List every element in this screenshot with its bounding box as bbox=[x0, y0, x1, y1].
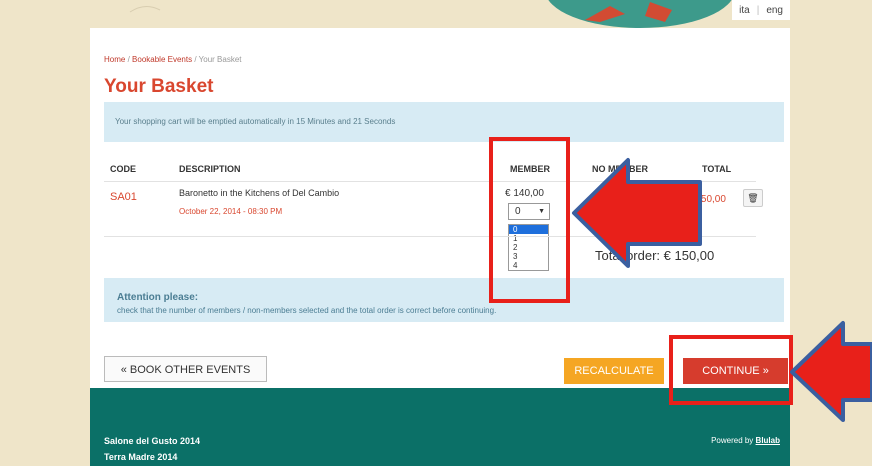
page-title: Your Basket bbox=[104, 76, 214, 97]
powered-by-label: Powered by bbox=[711, 436, 754, 445]
attention-heading: Attention please: bbox=[117, 292, 199, 303]
trash-icon: 🗑 bbox=[747, 193, 759, 203]
header-code: CODE bbox=[110, 164, 137, 174]
table-divider bbox=[104, 236, 756, 237]
order-total: Total order: € 150,00 bbox=[595, 248, 715, 263]
row-code: SA01 bbox=[110, 191, 137, 203]
delete-item-button[interactable]: 🗑 bbox=[743, 189, 763, 207]
recalculate-button[interactable]: RECALCULATE bbox=[564, 358, 664, 384]
footer-event-1: Salone del Gusto 2014 bbox=[104, 436, 201, 446]
header-description: DESCRIPTION bbox=[179, 164, 241, 174]
breadcrumb-current: Your Basket bbox=[198, 55, 242, 64]
row-total: € 150,00 bbox=[687, 194, 726, 205]
lang-eng-link[interactable]: eng bbox=[759, 5, 790, 16]
member-highlight-box bbox=[489, 137, 570, 303]
attention-box: Attention please: check that the number … bbox=[104, 278, 784, 322]
breadcrumb-bookable-events[interactable]: Bookable Events bbox=[132, 55, 192, 64]
footer-event-2: Terra Madre 2014 bbox=[104, 452, 178, 462]
lang-ita-link[interactable]: ita bbox=[732, 5, 757, 16]
breadcrumb-sep: / bbox=[194, 55, 197, 64]
breadcrumb-sep: / bbox=[127, 55, 130, 64]
powered-by: Powered by Blulab bbox=[711, 436, 780, 445]
powered-by-link[interactable]: Blulab bbox=[756, 436, 780, 445]
row-date: October 22, 2014 - 08:30 PM bbox=[179, 207, 283, 216]
table-divider bbox=[104, 181, 756, 182]
language-switcher: ita | eng bbox=[732, 0, 790, 20]
attention-text: check that the number of members / non-m… bbox=[117, 306, 497, 315]
basket-panel: Home / Bookable Events / Your Basket You… bbox=[90, 28, 790, 388]
header-total: TOTAL bbox=[702, 164, 732, 174]
breadcrumb: Home / Bookable Events / Your Basket bbox=[104, 55, 241, 64]
breadcrumb-home[interactable]: Home bbox=[104, 55, 125, 64]
book-other-events-button[interactable]: « BOOK OTHER EVENTS bbox=[104, 356, 267, 382]
no-member-price: € 150,00 bbox=[602, 188, 641, 199]
row-description: Baronetto in the Kitchens of Del Cambio bbox=[179, 188, 340, 198]
cart-timer-notice: Your shopping cart will be emptied autom… bbox=[104, 102, 784, 142]
header-no-member: NO MEMBER bbox=[592, 164, 648, 174]
continue-highlight-box bbox=[669, 335, 793, 405]
